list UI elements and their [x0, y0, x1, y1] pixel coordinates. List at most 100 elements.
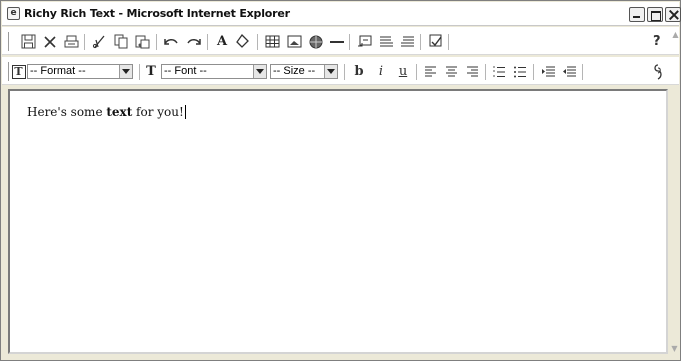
scroll-down-arrow[interactable]: ▼: [670, 344, 679, 354]
toolbar-separator: [257, 34, 258, 50]
toolbar-grip[interactable]: [6, 62, 9, 81]
list-icon: [379, 36, 393, 47]
numbered-list-button[interactable]: [489, 62, 509, 81]
numbered-list-icon: [493, 66, 505, 77]
horizontal-rule-button[interactable]: [327, 32, 347, 51]
minimize-button[interactable]: [629, 7, 645, 22]
printer-icon: [64, 35, 78, 47]
size-select[interactable]: -- Size --: [270, 64, 338, 79]
paste-button[interactable]: [132, 32, 152, 51]
align-left-button[interactable]: [420, 62, 440, 81]
letter-a-icon: A: [216, 34, 228, 49]
insert-table-button[interactable]: [262, 32, 282, 51]
link-chain-button[interactable]: [648, 62, 668, 81]
insert-link-button[interactable]: [306, 32, 326, 51]
editor-text-bold: text: [106, 105, 133, 119]
cut-button[interactable]: [89, 32, 109, 51]
main-toolbar: A ? ▲: [2, 27, 679, 55]
chevron-down-icon[interactable]: [324, 65, 337, 78]
spellcheck-button[interactable]: [425, 32, 445, 51]
size-select-value: -- Size --: [273, 65, 316, 77]
underline-button[interactable]: u: [393, 62, 413, 81]
font-color-button[interactable]: A: [212, 32, 232, 51]
format-toolbar: T -- Format -- T -- Font -- -- Size -- b…: [2, 57, 679, 85]
window-title: Richy Rich Text - Microsoft Internet Exp…: [24, 7, 290, 20]
editor-text-after: for you!: [132, 105, 184, 119]
align-right-button[interactable]: [462, 62, 482, 81]
browser-window: e Richy Rich Text - Microsoft Internet E…: [0, 0, 681, 361]
font-select[interactable]: -- Font --: [161, 64, 267, 79]
align-center-icon: [445, 66, 457, 76]
insert-form-button[interactable]: [354, 32, 374, 51]
format-select[interactable]: -- Format --: [27, 64, 133, 79]
redo-icon: [187, 38, 201, 45]
close-button[interactable]: [665, 7, 681, 22]
align-right-icon: [466, 66, 478, 76]
toolbar-separator: [448, 34, 449, 50]
bullet-list-button[interactable]: [510, 62, 530, 81]
spellcheck-icon: [429, 34, 442, 47]
toolbar-separator: [84, 34, 85, 50]
font-select-value: -- Font --: [164, 65, 207, 77]
scissors-icon: [92, 35, 105, 49]
table-icon: [265, 35, 279, 48]
hr-icon: [330, 40, 344, 43]
list-right-icon: [400, 36, 414, 47]
delete-button[interactable]: [40, 32, 60, 51]
title-bar: e Richy Rich Text - Microsoft Internet E…: [2, 2, 681, 26]
text-style-button[interactable]: T: [10, 63, 27, 80]
chevron-down-icon[interactable]: [119, 65, 132, 78]
chevron-down-icon[interactable]: [253, 65, 266, 78]
editor-text-before: Here's some: [27, 105, 107, 119]
toolbar-separator: [485, 64, 486, 80]
paste-icon: [135, 35, 149, 49]
bullet-list-icon: [514, 66, 526, 77]
toolbar-separator: [416, 64, 417, 80]
copy-button[interactable]: [111, 32, 131, 51]
help-button[interactable]: ?: [653, 34, 661, 49]
toolbar-separator: [139, 64, 140, 80]
chain-icon: [654, 63, 662, 80]
insert-image-button[interactable]: [284, 32, 304, 51]
toolbar-separator: [420, 34, 421, 50]
globe-icon: [309, 35, 323, 48]
toolbar-separator: [344, 64, 345, 80]
print-button[interactable]: [61, 32, 81, 51]
disk-icon: [21, 34, 35, 49]
align-center-button[interactable]: [441, 62, 461, 81]
toolbar-separator: [207, 34, 208, 50]
undo-button[interactable]: [161, 32, 181, 51]
text-caret: [184, 105, 186, 119]
redo-button[interactable]: [184, 32, 204, 51]
text-style-icon: T: [11, 64, 26, 79]
toolbar-separator: [156, 34, 157, 50]
list-right-button[interactable]: [397, 32, 417, 51]
toolbar-separator: [582, 64, 583, 80]
outdent-button[interactable]: [559, 62, 579, 81]
ie-icon: e: [7, 7, 20, 20]
form-icon: [357, 35, 371, 46]
scroll-up-arrow[interactable]: ▲: [671, 30, 680, 40]
font-name-button[interactable]: T: [141, 62, 161, 81]
image-icon: [287, 35, 301, 48]
rich-text-editor[interactable]: Here's some text for you!: [8, 89, 668, 354]
toolbar-separator: [349, 34, 350, 50]
editor-content[interactable]: Here's some text for you!: [27, 105, 186, 119]
highlight-button[interactable]: [233, 32, 253, 51]
outdent-icon: [562, 66, 576, 76]
italic-button[interactable]: i: [371, 62, 391, 81]
undo-icon: [164, 38, 178, 45]
maximize-button[interactable]: [647, 7, 663, 22]
align-left-icon: [424, 66, 436, 76]
toolbar-separator: [533, 64, 534, 80]
copy-icon: [114, 34, 128, 49]
paint-bucket-icon: [236, 34, 249, 48]
toolbar-grip[interactable]: [6, 32, 9, 51]
save-button[interactable]: [18, 32, 38, 51]
indent-button[interactable]: [538, 62, 558, 81]
font-t-icon: T: [146, 64, 156, 79]
format-select-value: -- Format --: [30, 65, 86, 77]
bold-button[interactable]: b: [349, 62, 369, 81]
x-icon: [44, 35, 56, 48]
list-left-button[interactable]: [376, 32, 396, 51]
